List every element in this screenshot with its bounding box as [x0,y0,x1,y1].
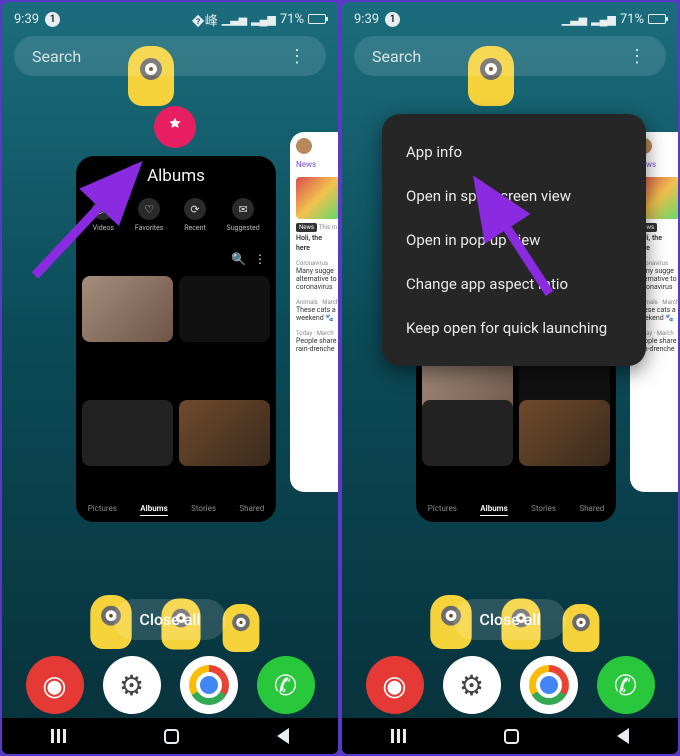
wallpaper-minion [563,604,600,652]
search-placeholder: Search [372,47,421,66]
tab-albums[interactable]: Albums [140,504,167,516]
album-thumb[interactable] [82,400,173,466]
card-tabs: Pictures Albums Stories Shared [416,504,616,516]
news-nav[interactable]: News [296,160,338,169]
gallery-app-icon[interactable] [154,106,196,148]
album-thumb-screenshots[interactable]: Screenshots 114 [179,276,270,342]
card-title: Albums [76,166,276,186]
menu-keep-open[interactable]: Keep open for quick launching [382,306,646,350]
recent-app-card-news[interactable]: News News This m Holi, the here Coronavi… [290,132,338,492]
menu-split-screen[interactable]: Open in split screen view [382,174,646,218]
search-pill[interactable]: Search ⋮ [354,36,666,76]
search-icon[interactable]: 🔍 [231,252,246,266]
notif-count: 1 [45,12,60,27]
nav-back-button[interactable] [277,728,289,744]
menu-app-info[interactable]: App info [382,130,646,174]
overflow-icon[interactable]: ⋮ [254,252,266,266]
tab-shared[interactable]: Shared [579,504,604,516]
nav-home-button[interactable] [164,729,179,744]
tab-stories[interactable]: Stories [191,504,216,516]
chrome-app-icon[interactable] [520,656,578,714]
nav-back-button[interactable] [617,728,629,744]
nav-recent-button[interactable] [391,729,407,743]
tab-pictures[interactable]: Pictures [88,504,117,516]
dock: ◉ ⚙ ✆ [2,656,338,714]
status-bar: 9:39 1 ▁▃▅ ▂▄▆ 71% [342,8,678,30]
status-bar: 9:39 1 �峰 ▁▃▅ ▂▄▆ 71% [2,8,338,30]
phone-left: 9:39 1 �峰 ▁▃▅ ▂▄▆ 71% Search ⋮ Albums ▷V… [2,2,338,754]
phone-right: 9:39 1 ▁▃▅ ▂▄▆ 71% Search ⋮ Camera 189 S… [342,2,678,754]
settings-app-icon[interactable]: ⚙ [103,656,161,714]
signal-icon: ▂▄▆ [591,13,616,26]
recent-app-card-gallery[interactable]: Albums ▷Videos ♡Favorites ⟳Recent ✉Sugge… [76,156,276,522]
tab-stories[interactable]: Stories [531,504,556,516]
camera-app-icon[interactable]: ◉ [26,656,84,714]
notif-count: 1 [385,12,400,27]
album-thumb[interactable] [179,400,270,466]
close-all-button[interactable]: Close all [113,599,226,640]
suggested-button[interactable]: ✉Suggested [227,198,260,232]
dock: ◉ ⚙ ✆ [342,656,678,714]
wifi-icon: ▁▃▅ [222,13,247,26]
recent-button[interactable]: ⟳Recent [184,198,206,232]
card-category-row: ▷Videos ♡Favorites ⟳Recent ✉Suggested [76,198,276,232]
album-thumb[interactable] [422,400,513,466]
close-all-button[interactable]: Close all [453,599,566,640]
clock: 9:39 [354,12,379,27]
phone-app-icon[interactable]: ✆ [257,656,315,714]
search-placeholder: Search [32,47,81,66]
card-tabs: Pictures Albums Stories Shared [76,504,276,516]
tab-pictures[interactable]: Pictures [428,504,457,516]
more-icon[interactable]: ⋮ [628,46,648,67]
videos-button[interactable]: ▷Videos [92,198,114,232]
favorites-button[interactable]: ♡Favorites [135,198,164,232]
album-thumb[interactable] [519,400,610,466]
nav-recent-button[interactable] [51,729,67,743]
battery-pct: 71% [280,12,304,27]
wifi-icon: �峰 [191,10,217,29]
wifi-icon: ▁▃▅ [562,13,587,26]
menu-aspect-ratio[interactable]: Change app aspect ratio [382,262,646,306]
search-pill[interactable]: Search ⋮ [14,36,326,76]
avatar [296,138,312,154]
camera-app-icon[interactable]: ◉ [366,656,424,714]
wallpaper-minion [223,604,260,652]
tab-shared[interactable]: Shared [239,504,264,516]
nav-bar [342,718,678,754]
battery-icon [648,14,666,24]
app-context-menu: App info Open in split screen view Open … [382,114,646,366]
signal-icon: ▂▄▆ [251,13,276,26]
settings-app-icon[interactable]: ⚙ [443,656,501,714]
battery-icon [308,14,326,24]
tab-albums[interactable]: Albums [480,504,507,516]
battery-pct: 71% [620,12,644,27]
clock: 9:39 [14,12,39,27]
phone-app-icon[interactable]: ✆ [597,656,655,714]
more-icon[interactable]: ⋮ [288,46,308,67]
nav-bar [2,718,338,754]
news-image [296,177,338,219]
nav-home-button[interactable] [504,729,519,744]
menu-popup-view[interactable]: Open in pop-up view [382,218,646,262]
chrome-app-icon[interactable] [180,656,238,714]
album-thumb-camera[interactable]: Camera 189 [82,276,173,342]
